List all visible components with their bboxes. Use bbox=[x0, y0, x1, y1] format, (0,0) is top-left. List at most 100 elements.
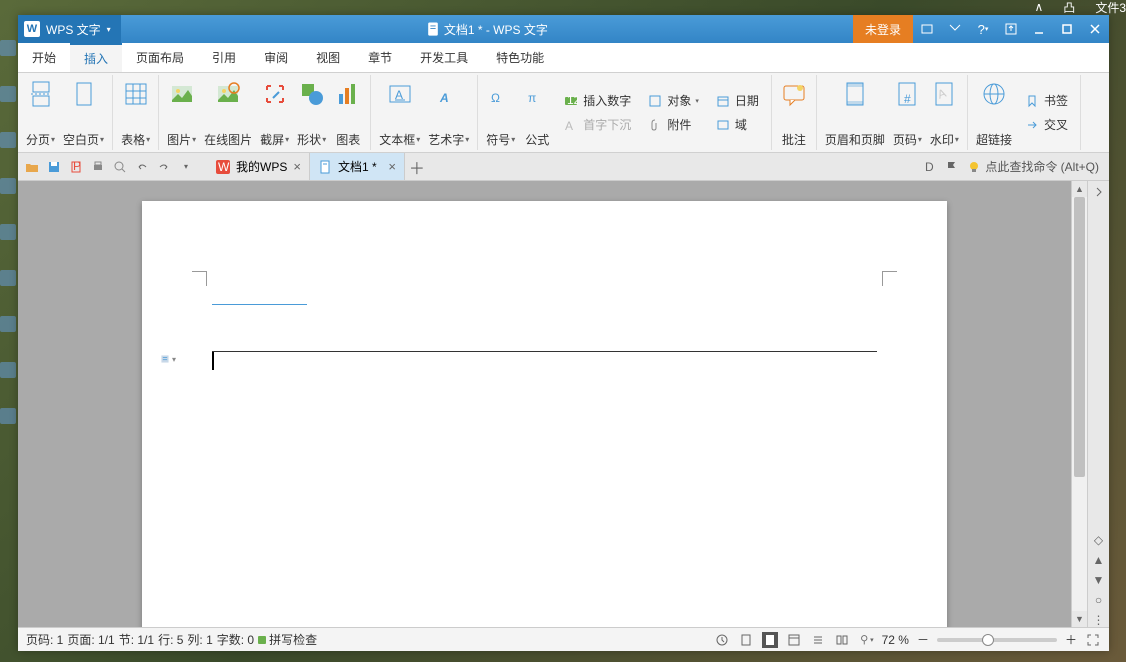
status-col[interactable]: 列: 1 bbox=[187, 631, 212, 648]
menu-section[interactable]: 章节 bbox=[354, 43, 406, 72]
dropcap-button[interactable]: A首字下沉 bbox=[559, 114, 635, 135]
side-up-icon[interactable]: ▲ bbox=[1092, 553, 1106, 567]
add-tab-button[interactable]: ＋ bbox=[405, 153, 429, 180]
comment-button[interactable]: 批注 bbox=[776, 75, 812, 150]
equation-button[interactable]: π 公式 bbox=[519, 75, 555, 150]
side-select-icon[interactable]: ○ bbox=[1092, 593, 1106, 607]
crossref-button[interactable]: 交叉 bbox=[1020, 114, 1072, 135]
scroll-down-icon[interactable]: ▼ bbox=[1072, 611, 1087, 627]
side-down-icon[interactable]: ▼ bbox=[1092, 573, 1106, 587]
header-footer-button[interactable]: 页眉和页脚 bbox=[821, 75, 889, 150]
minimize-button[interactable] bbox=[1025, 15, 1053, 43]
redo-icon[interactable] bbox=[156, 159, 172, 175]
textbox-button[interactable]: A 文本框▾ bbox=[375, 75, 424, 150]
spell-check-status[interactable]: 拼写检查 bbox=[258, 631, 317, 648]
doc-tab-icon bbox=[318, 160, 332, 174]
menu-start[interactable]: 开始 bbox=[18, 43, 70, 72]
search-command[interactable]: 点此查找命令 (Alt+Q) bbox=[967, 158, 1099, 175]
fit-screen-icon[interactable] bbox=[1085, 632, 1101, 648]
status-chars[interactable]: 字数: 0 bbox=[217, 631, 254, 648]
menu-insert[interactable]: 插入 bbox=[70, 43, 122, 72]
scroll-thumb[interactable] bbox=[1074, 197, 1085, 477]
zoom-in-button[interactable]: ＋ bbox=[1065, 631, 1077, 648]
zoom-out-button[interactable]: － bbox=[917, 631, 929, 648]
app-menu[interactable]: W WPS 文字 ▾ bbox=[18, 15, 121, 43]
zoom-knob[interactable] bbox=[982, 634, 994, 646]
save-icon[interactable] bbox=[46, 159, 62, 175]
app-name: WPS 文字 bbox=[46, 21, 101, 38]
object-button[interactable]: 对象▾ bbox=[643, 90, 703, 111]
export-pdf-icon[interactable]: P bbox=[68, 159, 84, 175]
symbol-button[interactable]: Ω 符号▾ bbox=[482, 75, 519, 150]
page-break-button[interactable]: 分页▾ bbox=[22, 75, 59, 150]
undo-icon[interactable] bbox=[134, 159, 150, 175]
vertical-scrollbar[interactable]: ▲ ▼ bbox=[1071, 181, 1087, 627]
shape-button[interactable]: 形状▾ bbox=[293, 75, 330, 150]
close-button[interactable] bbox=[1081, 15, 1109, 43]
tab-doc1[interactable]: 文档1 * × bbox=[310, 153, 405, 180]
menu-dev-tools[interactable]: 开发工具 bbox=[406, 43, 482, 72]
watermark-button[interactable]: A 水印▾ bbox=[926, 75, 963, 150]
document-page[interactable]: ▾ bbox=[142, 201, 947, 627]
reading-mode-icon[interactable]: D bbox=[923, 160, 937, 174]
search-command-label: 点此查找命令 (Alt+Q) bbox=[985, 158, 1099, 175]
feedback-button[interactable] bbox=[941, 15, 969, 43]
skin-button[interactable] bbox=[913, 15, 941, 43]
view-fullscreen-icon[interactable] bbox=[762, 632, 778, 648]
status-section[interactable]: 节: 1/1 bbox=[119, 631, 154, 648]
view-web-icon[interactable] bbox=[786, 632, 802, 648]
view-outline-icon[interactable] bbox=[810, 632, 826, 648]
scroll-up-icon[interactable]: ▲ bbox=[1072, 181, 1087, 197]
status-line[interactable]: 行: 5 bbox=[158, 631, 183, 648]
print-icon[interactable] bbox=[90, 159, 106, 175]
login-button[interactable]: 未登录 bbox=[853, 15, 913, 43]
window-title: 文档1 * - WPS 文字 bbox=[444, 21, 548, 38]
qa-dropdown-icon[interactable]: ▾ bbox=[178, 159, 194, 175]
tab-close-icon[interactable]: × bbox=[388, 159, 396, 174]
side-collapse-icon[interactable] bbox=[1092, 185, 1106, 199]
print-preview-icon[interactable] bbox=[112, 159, 128, 175]
menu-page-layout[interactable]: 页面布局 bbox=[122, 43, 198, 72]
zoom-value[interactable]: 72 % bbox=[882, 633, 909, 647]
tab-my-wps[interactable]: W 我的WPS × bbox=[208, 153, 310, 180]
eye-protect-icon[interactable]: ▾ bbox=[858, 632, 874, 648]
menu-review[interactable]: 审阅 bbox=[250, 43, 302, 72]
status-page-no[interactable]: 页码: 1 bbox=[26, 631, 63, 648]
help-button[interactable]: ? ▾ bbox=[969, 15, 997, 43]
status-page[interactable]: 页面: 1/1 bbox=[67, 631, 114, 648]
chart-button[interactable]: 图表 bbox=[330, 75, 366, 150]
svg-text:A: A bbox=[936, 86, 948, 102]
open-icon[interactable] bbox=[24, 159, 40, 175]
document-area[interactable]: ▾ bbox=[18, 181, 1071, 627]
menu-features[interactable]: 特色功能 bbox=[482, 43, 558, 72]
paragraph-indicator-icon[interactable]: ▾ bbox=[160, 351, 176, 367]
text-input-line[interactable] bbox=[212, 351, 877, 352]
zoom-slider[interactable] bbox=[937, 638, 1057, 642]
menu-reference[interactable]: 引用 bbox=[198, 43, 250, 72]
side-more-icon[interactable]: ⋮ bbox=[1092, 613, 1106, 627]
picture-button[interactable]: 图片▾ bbox=[163, 75, 200, 150]
insert-number-button[interactable]: 123插入数字 bbox=[559, 90, 635, 111]
table-button[interactable]: 表格▾ bbox=[117, 75, 154, 150]
page-number-button[interactable]: # 页码▾ bbox=[889, 75, 926, 150]
menu-bar: 开始 插入 页面布局 引用 审阅 视图 章节 开发工具 特色功能 bbox=[18, 43, 1109, 73]
flag-icon[interactable] bbox=[945, 160, 959, 174]
field-button[interactable]: 域 bbox=[711, 114, 763, 135]
qa-tabs-bar: P ▾ W 我的WPS × 文档1 * × ＋ D bbox=[18, 153, 1109, 181]
hyperlink-button[interactable]: 超链接 bbox=[972, 75, 1016, 150]
maximize-button[interactable] bbox=[1053, 15, 1081, 43]
screenshot-button[interactable]: 截屏▾ bbox=[256, 75, 293, 150]
blank-page-button[interactable]: 空白页▾ bbox=[59, 75, 108, 150]
attachment-button[interactable]: 附件 bbox=[643, 114, 703, 135]
menu-view[interactable]: 视图 bbox=[302, 43, 354, 72]
bookmark-button[interactable]: 书签 bbox=[1020, 90, 1072, 111]
online-picture-button[interactable]: 在线图片 bbox=[200, 75, 256, 150]
date-button[interactable]: 日期 bbox=[711, 90, 763, 111]
tab-close-icon[interactable]: × bbox=[293, 159, 301, 174]
view-print-icon[interactable] bbox=[738, 632, 754, 648]
side-nav-icon[interactable]: ◇ bbox=[1092, 533, 1106, 547]
history-icon[interactable] bbox=[714, 632, 730, 648]
view-reading-icon[interactable] bbox=[834, 632, 850, 648]
wordart-button[interactable]: A 艺术字▾ bbox=[424, 75, 473, 150]
upload-button[interactable] bbox=[997, 15, 1025, 43]
